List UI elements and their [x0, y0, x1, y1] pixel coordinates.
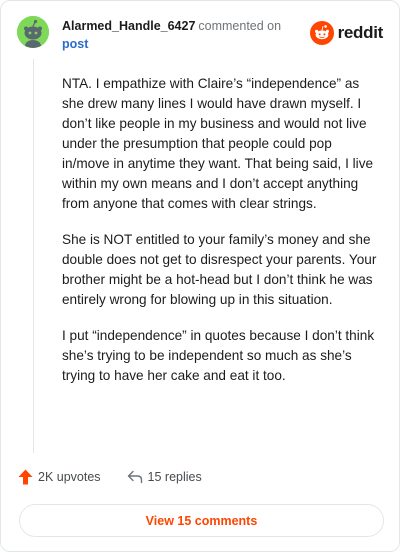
- reddit-wordmark: reddit: [337, 23, 384, 42]
- comment-body: NTA. I empathize with Claire’s “independ…: [62, 74, 382, 402]
- comment-paragraph: I put “independence” in quotes because I…: [62, 328, 375, 383]
- upvote-count: 2K upvotes: [38, 470, 101, 484]
- reply-arrow-icon: [127, 470, 142, 484]
- username[interactable]: Alarmed_Handle_6427: [62, 19, 195, 33]
- action-text: commented on: [198, 19, 282, 33]
- upvote-button[interactable]: 2K upvotes: [18, 469, 101, 485]
- view-comments-button[interactable]: View 15 comments: [19, 504, 384, 537]
- post-link[interactable]: post: [62, 36, 281, 53]
- replies-button[interactable]: 15 replies: [127, 470, 202, 484]
- comment-paragraph: She is NOT entitled to your family’s mon…: [62, 232, 377, 307]
- snoo-avatar-icon[interactable]: [17, 16, 49, 48]
- thread-line: [33, 59, 34, 453]
- comment-paragraph: NTA. I empathize with Claire’s “independ…: [62, 76, 374, 211]
- comment-footer: 2K upvotes 15 replies: [18, 469, 202, 485]
- upvote-arrow-icon: [18, 469, 33, 485]
- replies-count: 15 replies: [147, 470, 202, 484]
- comment-meta: Alarmed_Handle_6427 commented on post: [62, 18, 281, 53]
- reddit-logo[interactable]: reddit: [309, 21, 384, 45]
- reddit-snoo-icon: [309, 21, 334, 45]
- comment-card: Alarmed_Handle_6427 commented on post red…: [0, 0, 400, 552]
